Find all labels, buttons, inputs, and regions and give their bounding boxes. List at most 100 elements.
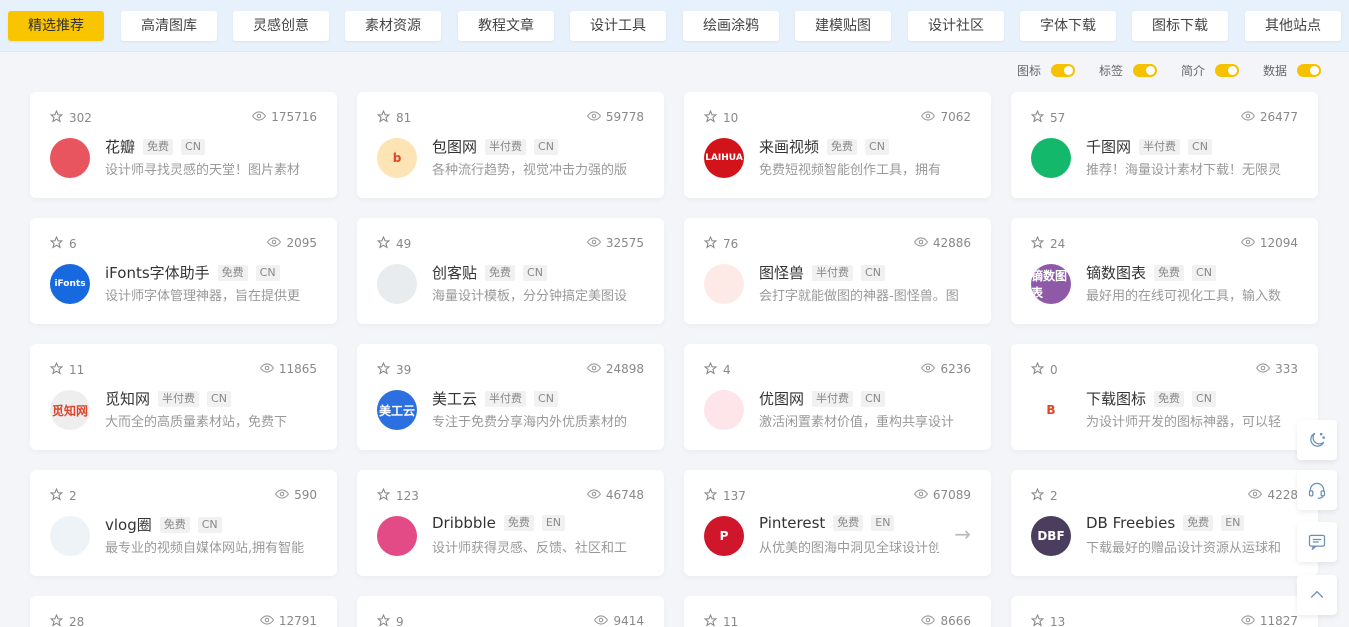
toggle-switch[interactable] bbox=[1214, 64, 1239, 77]
back-to-top-button[interactable] bbox=[1297, 575, 1337, 615]
language-badge: EN bbox=[1221, 515, 1245, 531]
site-card[interactable]: 137 67089 P Pinterest 免费 EN 从优美的图海中洞见全球设计创 → bbox=[684, 470, 991, 576]
favorite-count[interactable]: 302 bbox=[49, 109, 92, 126]
site-logo bbox=[50, 516, 90, 556]
tab-6[interactable]: 绘画涂鸦 bbox=[683, 11, 779, 41]
site-card[interactable]: 2 4228 DBF DB Freebies 免费 EN 下载最好的赠品设计资源从运球和 bbox=[1011, 470, 1318, 576]
price-badge: 半付费 bbox=[812, 390, 854, 407]
site-name[interactable]: DB Freebies bbox=[1086, 514, 1175, 532]
price-badge: 半付费 bbox=[158, 390, 200, 407]
site-card[interactable]: 49 32575 创客贴 免费 CN 海量设计模板，分分钟搞定美图设 bbox=[357, 218, 664, 324]
toggle-3[interactable]: 数据 bbox=[1263, 62, 1321, 79]
site-name[interactable]: 图怪兽 bbox=[759, 262, 804, 283]
site-card[interactable]: 57 26477 千图网 半付费 CN 推荐！海量设计素材下载！无限灵 bbox=[1011, 92, 1318, 198]
favorite-count[interactable]: 10 bbox=[703, 109, 738, 126]
favorite-count[interactable]: 11 bbox=[703, 613, 738, 627]
tab-8[interactable]: 设计社区 bbox=[908, 11, 1004, 41]
view-count: 8666 bbox=[921, 614, 971, 627]
language-badge: CN bbox=[1192, 390, 1216, 407]
toggle-switch[interactable] bbox=[1050, 64, 1075, 77]
site-name[interactable]: Pinterest bbox=[759, 514, 825, 532]
favorite-count[interactable]: 0 bbox=[1030, 361, 1058, 378]
site-name[interactable]: 觅知网 bbox=[105, 388, 150, 409]
view-count-value: 9414 bbox=[613, 614, 644, 627]
favorite-count[interactable]: 4 bbox=[703, 361, 731, 378]
site-title-row: iFonts字体助手 免费 CN bbox=[105, 262, 280, 283]
toggle-0[interactable]: 图标 bbox=[1017, 62, 1075, 79]
tab-5[interactable]: 设计工具 bbox=[570, 11, 666, 41]
site-card[interactable]: 302 175716 花瓣 免费 CN 设计师寻找灵感的天堂！图片素材 bbox=[30, 92, 337, 198]
favorite-count[interactable]: 81 bbox=[376, 109, 411, 126]
language-badge: CN bbox=[523, 264, 547, 281]
site-name[interactable]: 美工云 bbox=[432, 388, 477, 409]
arrow-right-icon[interactable]: → bbox=[954, 522, 971, 546]
toggle-2[interactable]: 简介 bbox=[1181, 62, 1239, 79]
toggle-switch[interactable] bbox=[1132, 64, 1157, 77]
favorite-count[interactable]: 28 bbox=[49, 613, 85, 627]
site-name[interactable]: 千图网 bbox=[1086, 136, 1131, 157]
site-card[interactable]: 4 6236 优图网 半付费 CN 激活闲置素材价值，重构共享设计 bbox=[684, 344, 991, 450]
customer-service-button[interactable] bbox=[1297, 470, 1337, 510]
site-title-row: 来画视频 免费 CN bbox=[759, 136, 889, 157]
site-name[interactable]: 包图网 bbox=[432, 136, 477, 157]
favorite-count[interactable]: 13 bbox=[1030, 613, 1065, 627]
favorite-count[interactable]: 39 bbox=[376, 361, 411, 378]
tab-9[interactable]: 字体下载 bbox=[1020, 11, 1116, 41]
site-card[interactable]: 76 42886 图怪兽 半付费 CN 会打字就能做图的神器-图怪兽。图 bbox=[684, 218, 991, 324]
site-name[interactable]: 来画视频 bbox=[759, 136, 819, 157]
view-count-value: 26477 bbox=[1259, 110, 1298, 124]
star-icon bbox=[1030, 361, 1045, 378]
site-card[interactable]: 9 9414 bbox=[357, 596, 664, 627]
star-icon bbox=[376, 109, 391, 126]
tab-10[interactable]: 图标下载 bbox=[1132, 11, 1228, 41]
site-card[interactable]: 24 12094 镝数图表 镝数图表 免费 CN 最好用的在线可视化工具，输入数 bbox=[1011, 218, 1318, 324]
toggle-1[interactable]: 标签 bbox=[1099, 62, 1157, 79]
favorite-count[interactable]: 2 bbox=[49, 487, 77, 504]
site-card[interactable]: 123 46748 Dribbble 免费 EN 设计师获得灵感、反馈、社区和工 bbox=[357, 470, 664, 576]
favorite-count[interactable]: 6 bbox=[49, 235, 77, 252]
favorite-count[interactable]: 123 bbox=[376, 487, 419, 504]
favorite-count-value: 28 bbox=[69, 615, 85, 627]
site-card[interactable]: 10 7062 LAIHUA 来画视频 免费 CN 免费短视频智能创作工具，拥有 bbox=[684, 92, 991, 198]
favorite-count[interactable]: 76 bbox=[703, 235, 738, 252]
eye-icon bbox=[1256, 362, 1271, 376]
site-card[interactable]: 6 2095 iFonts iFonts字体助手 免费 CN 设计师字体管理神器，旨在提供更 bbox=[30, 218, 337, 324]
site-name[interactable]: 镝数图表 bbox=[1086, 262, 1146, 283]
favorite-count[interactable]: 137 bbox=[703, 487, 746, 504]
toggle-switch[interactable] bbox=[1297, 64, 1321, 77]
site-card[interactable]: 0 333 B 下载图标 免费 CN 为设计师开发的图标神器，可以轻 bbox=[1011, 344, 1318, 450]
site-name[interactable]: 花瓣 bbox=[105, 136, 135, 157]
site-card[interactable]: 13 11827 bbox=[1011, 596, 1318, 627]
theme-toggle-button[interactable] bbox=[1297, 420, 1337, 460]
favorite-count[interactable]: 11 bbox=[49, 361, 84, 378]
site-name[interactable]: 创客贴 bbox=[432, 262, 477, 283]
site-logo: b bbox=[377, 138, 417, 178]
tab-4[interactable]: 教程文章 bbox=[458, 11, 554, 41]
site-card[interactable]: 11 8666 bbox=[684, 596, 991, 627]
tab-3[interactable]: 素材资源 bbox=[345, 11, 441, 41]
site-card[interactable]: 2 590 vlog圈 免费 CN 最专业的视频自媒体网站,拥有智能 bbox=[30, 470, 337, 576]
favorite-count[interactable]: 49 bbox=[376, 235, 411, 252]
site-name[interactable]: 下载图标 bbox=[1086, 388, 1146, 409]
site-card[interactable]: 39 24898 美工云 美工云 半付费 CN 专注于免费分享海内外优质素材的 bbox=[357, 344, 664, 450]
eye-icon bbox=[913, 236, 928, 250]
favorite-count[interactable]: 24 bbox=[1030, 235, 1065, 252]
site-name[interactable]: iFonts字体助手 bbox=[105, 262, 210, 283]
favorite-count[interactable]: 9 bbox=[376, 613, 404, 627]
site-name[interactable]: vlog圈 bbox=[105, 514, 152, 535]
site-logo bbox=[1031, 138, 1071, 178]
favorite-count[interactable]: 57 bbox=[1030, 109, 1065, 126]
eye-icon bbox=[594, 614, 609, 627]
tab-11[interactable]: 其他站点 bbox=[1245, 11, 1341, 41]
site-name[interactable]: 优图网 bbox=[759, 388, 804, 409]
tab-7[interactable]: 建模贴图 bbox=[795, 11, 891, 41]
site-card[interactable]: 81 59778 b 包图网 半付费 CN 各种流行趋势，视觉冲击力强的版 bbox=[357, 92, 664, 198]
site-card[interactable]: 28 12791 bbox=[30, 596, 337, 627]
site-card[interactable]: 11 11865 觅知网 觅知网 半付费 CN 大而全的高质量素材站，免费下 bbox=[30, 344, 337, 450]
feedback-button[interactable] bbox=[1297, 522, 1337, 562]
tab-0[interactable]: 精选推荐 bbox=[8, 11, 104, 41]
tab-2[interactable]: 灵感创意 bbox=[233, 11, 329, 41]
tab-1[interactable]: 高清图库 bbox=[121, 11, 217, 41]
favorite-count[interactable]: 2 bbox=[1030, 487, 1058, 504]
site-name[interactable]: Dribbble bbox=[432, 514, 496, 532]
